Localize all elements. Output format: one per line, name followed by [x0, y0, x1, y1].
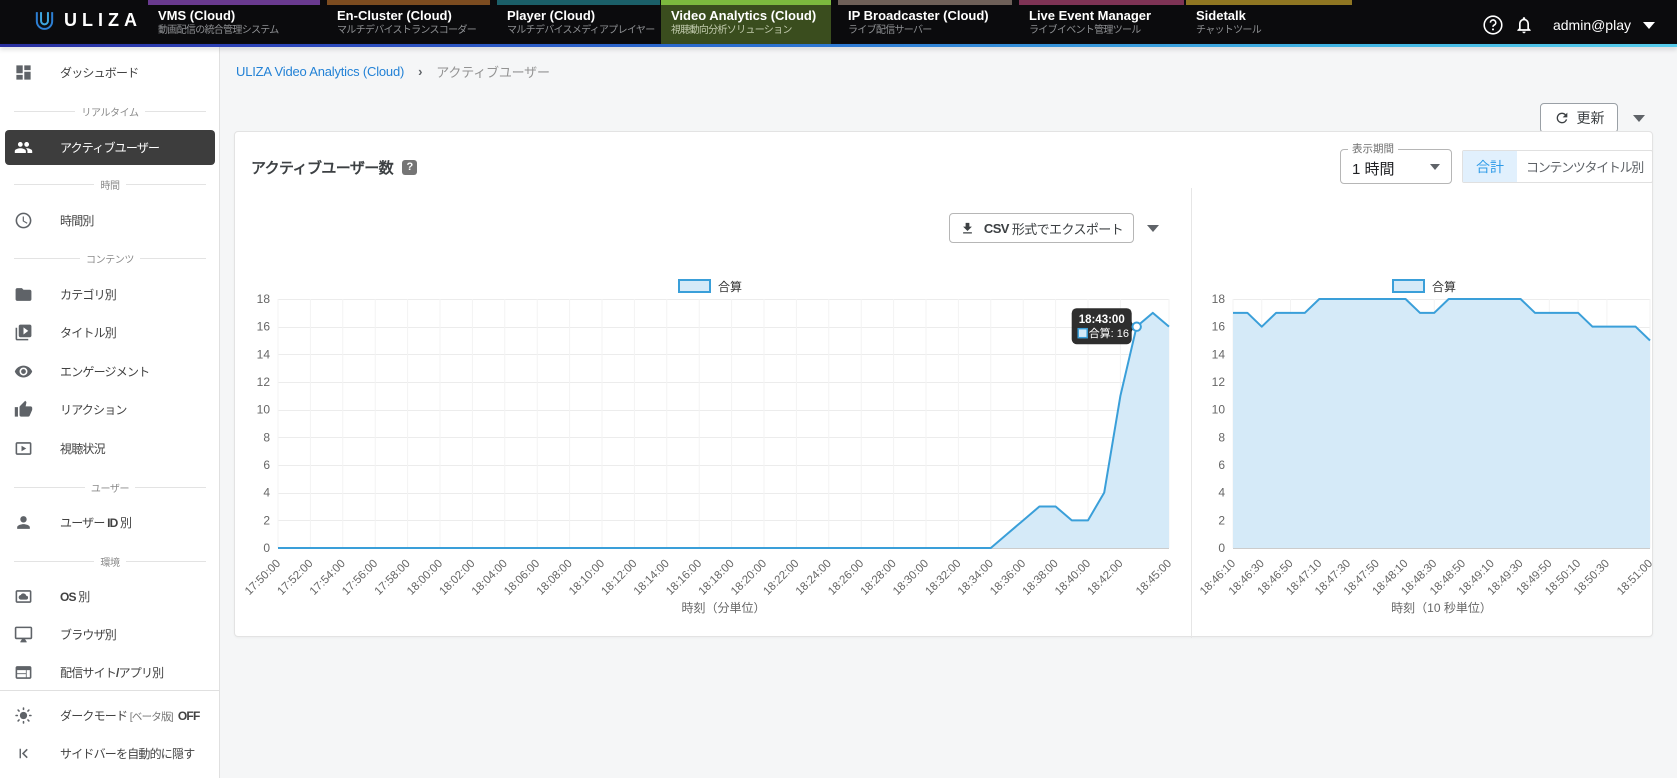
svg-text:16: 16	[1212, 320, 1226, 334]
svg-text:0: 0	[1218, 541, 1225, 555]
svg-text:時刻（分単位）: 時刻（分単位）	[681, 601, 765, 615]
svg-text:18: 18	[1212, 292, 1226, 306]
svg-text:10: 10	[257, 403, 271, 417]
svg-text:12: 12	[1212, 375, 1226, 389]
svg-text:14: 14	[257, 347, 271, 361]
svg-text:8: 8	[1218, 430, 1225, 444]
svg-text:18:51:00: 18:51:00	[1615, 558, 1654, 598]
svg-text:0: 0	[263, 541, 270, 555]
svg-text:合算: 合算	[718, 279, 742, 294]
svg-text:16: 16	[257, 320, 271, 334]
svg-text:18:43:00: 18:43:00	[1079, 314, 1125, 326]
svg-text:4: 4	[263, 486, 270, 500]
svg-text:14: 14	[1212, 347, 1226, 361]
svg-text:時刻（10 秒単位）: 時刻（10 秒単位）	[1391, 601, 1492, 615]
svg-text:2: 2	[263, 513, 270, 527]
svg-text:12: 12	[257, 375, 271, 389]
svg-text:4: 4	[1218, 486, 1225, 500]
svg-text:18: 18	[257, 292, 271, 306]
svg-text:10: 10	[1212, 403, 1226, 417]
svg-text:6: 6	[263, 458, 270, 472]
svg-text:合算: 合算	[1432, 279, 1456, 294]
svg-text:18:42:00: 18:42:00	[1085, 558, 1125, 598]
svg-text:合算: 16: 合算: 16	[1089, 326, 1129, 340]
svg-text:6: 6	[1218, 458, 1225, 472]
svg-text:8: 8	[263, 430, 270, 444]
svg-text:2: 2	[1218, 513, 1225, 527]
svg-text:18:45:00: 18:45:00	[1134, 558, 1174, 598]
